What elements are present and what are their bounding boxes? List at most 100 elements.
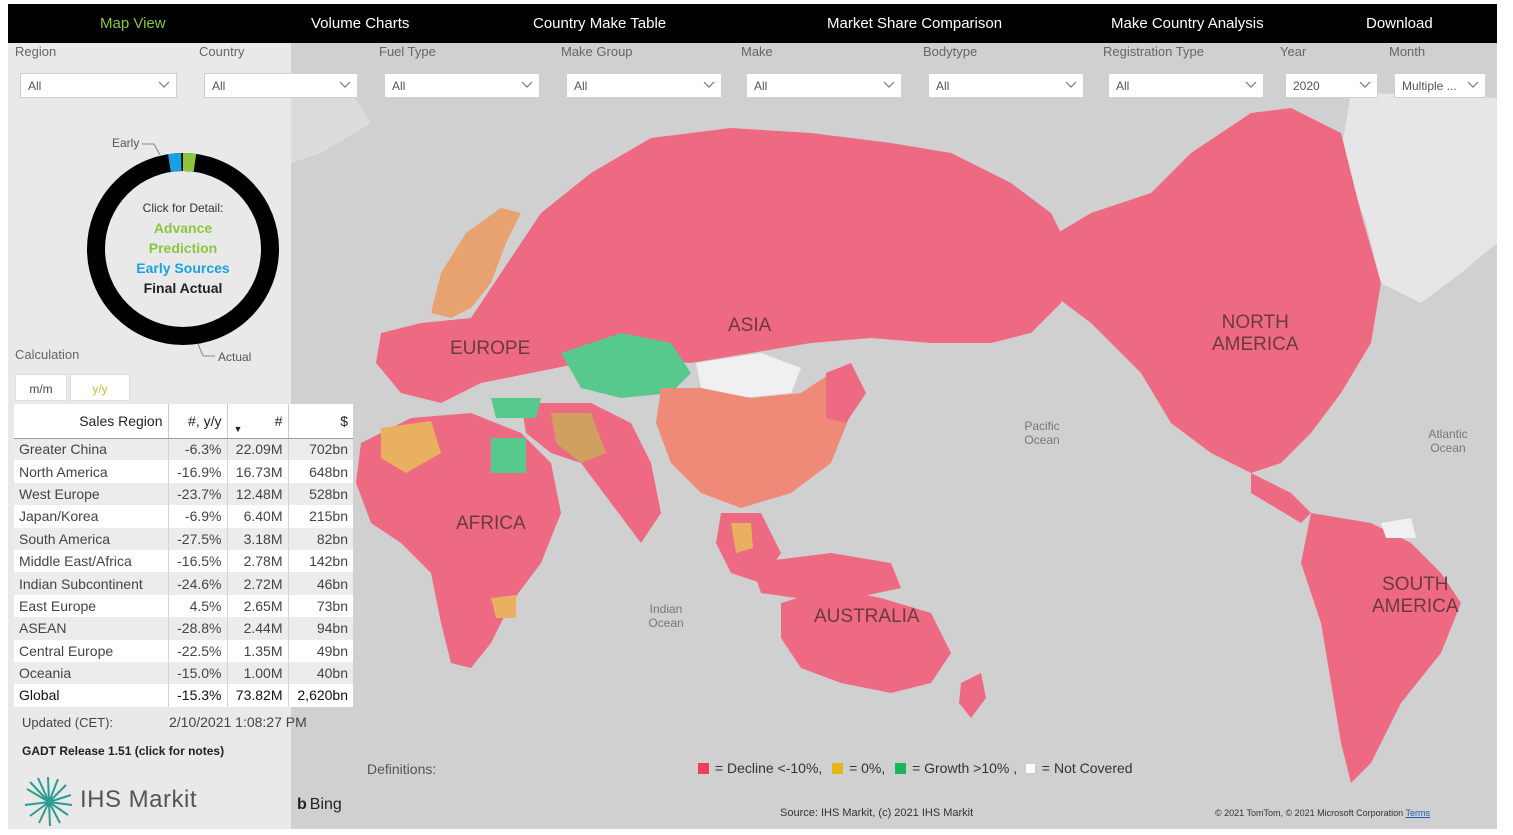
world-map[interactable]	[291, 43, 1497, 829]
guiana-shape	[1381, 518, 1416, 538]
donut-prediction-label[interactable]: Prediction	[86, 238, 280, 258]
year-select[interactable]: 2020	[1285, 73, 1378, 98]
table-row[interactable]: South America -27.5% 3.18M 82bn	[14, 527, 353, 550]
dashboard: Map View Volume Charts Country Make Tabl…	[0, 0, 1513, 835]
units-yy-cell: -23.7%	[168, 482, 228, 506]
fuel-type-select[interactable]: All	[384, 73, 540, 98]
region-cell: Greater China	[14, 438, 169, 461]
toggle-mm[interactable]: m/m	[15, 374, 67, 401]
value-cell: 528bn	[288, 482, 353, 506]
region-label-africa: AFRICA	[456, 513, 526, 534]
chevron-down-icon	[158, 81, 170, 88]
col-header-sales-region[interactable]: Sales Region	[14, 404, 169, 439]
region-cell: Central Europe	[14, 639, 169, 662]
japan-shape	[826, 363, 866, 423]
table-row[interactable]: Japan/Korea -6.9% 6.40M 215bn	[14, 505, 353, 528]
arctic-shape	[291, 91, 371, 163]
calculation-label: Calculation	[15, 347, 80, 362]
toggle-yy[interactable]: y/y	[70, 374, 130, 401]
filter-label-fuel-type: Fuel Type	[379, 44, 436, 59]
legend-swatch-growth	[895, 763, 907, 774]
chevron-down-icon	[1245, 81, 1257, 88]
central-america-shape	[1251, 473, 1311, 523]
south-america-shape	[1301, 513, 1461, 783]
donut-click-label: Click for Detail:	[142, 201, 224, 215]
table-row[interactable]: Middle East/Africa -16.5% 2.78M 142bn	[14, 549, 353, 573]
make-group-select[interactable]: All	[566, 73, 722, 98]
region-cell: North America	[14, 460, 169, 483]
filter-label-month: Month	[1389, 44, 1426, 59]
table-row[interactable]: Oceania -15.0% 1.00M 40bn	[14, 661, 353, 685]
units-cell: 16.73M	[227, 460, 289, 483]
region-cell: Indian Subcontinent	[14, 572, 169, 595]
new-zealand-shape	[959, 673, 986, 718]
col-header-units[interactable]: # ▼	[227, 404, 289, 439]
chevron-down-icon	[1065, 81, 1077, 88]
units-cell: 6.40M	[227, 505, 289, 528]
ihs-markit-logo-icon	[24, 777, 73, 827]
region-select[interactable]: All	[20, 73, 177, 98]
table-header-row: Sales Region #, y/y # ▼ $	[14, 404, 353, 439]
bodytype-select[interactable]: All	[928, 73, 1084, 98]
units-cell: 12.48M	[227, 482, 289, 506]
units-yy-cell: -16.5%	[168, 549, 228, 573]
donut-early-sources-label[interactable]: Early Sources	[86, 258, 280, 278]
table-row[interactable]: West Europe -23.7% 12.48M 528bn	[14, 482, 353, 506]
turkey-shape	[491, 398, 541, 418]
table-row[interactable]: North America -16.9% 16.73M 648bn	[14, 460, 353, 483]
month-select[interactable]: Multiple ...	[1394, 73, 1486, 98]
total-units-yy-cell: -15.3%	[168, 684, 228, 707]
region-label-north-america: NORTH AMERICA	[1212, 312, 1299, 355]
units-yy-cell: -6.9%	[168, 505, 228, 528]
nav-map-view[interactable]: Map View	[100, 15, 166, 32]
nav-country-make-table[interactable]: Country Make Table	[533, 15, 666, 32]
legend-swatch-decline	[698, 763, 709, 774]
col-header-value[interactable]: $	[288, 404, 353, 439]
col-header-units-yy[interactable]: #, y/y	[168, 404, 228, 439]
table-row[interactable]: East Europe 4.5% 2.65M 73bn	[14, 594, 353, 618]
table-total-row: Global -15.3% 73.82M 2,620bn	[14, 684, 353, 707]
table-row[interactable]: Greater China -6.3% 22.09M 702bn	[14, 438, 353, 461]
legend-not-covered: = Not Covered	[1041, 760, 1133, 776]
ocean-label-indian: Indian Ocean	[648, 602, 684, 630]
actual-leader-line	[197, 344, 215, 357]
units-yy-cell: -16.9%	[168, 460, 228, 483]
release-notes-link[interactable]: GADT Release 1.51 (click for notes)	[22, 744, 224, 758]
nav-market-share-comparison[interactable]: Market Share Comparison	[827, 15, 1002, 32]
chevron-down-icon	[1467, 81, 1479, 88]
region-cell: Oceania	[14, 661, 169, 685]
donut-final-actual-label[interactable]: Final Actual	[86, 278, 280, 298]
make-select[interactable]: All	[746, 73, 902, 98]
units-cell: 2.72M	[227, 572, 289, 595]
filter-label-region: Region	[15, 44, 57, 59]
egypt-shape	[491, 438, 526, 473]
bing-attribution[interactable]: b Bing	[297, 796, 342, 814]
region-cell: Japan/Korea	[14, 505, 169, 528]
total-label-cell: Global	[14, 684, 169, 707]
region-label-south-america: SOUTH AMERICA	[1372, 574, 1459, 617]
map-svg	[291, 91, 1497, 783]
units-cell: 1.00M	[227, 661, 289, 685]
country-select[interactable]: All	[204, 73, 358, 98]
nav-download[interactable]: Download	[1366, 15, 1433, 32]
donut-center-text[interactable]: Click for Detail: Advance Prediction Ear…	[86, 198, 280, 298]
registration-type-select[interactable]: All	[1108, 73, 1264, 98]
nav-volume-charts[interactable]: Volume Charts	[311, 15, 409, 32]
donut-advance-label[interactable]: Advance	[86, 218, 280, 238]
units-yy-cell: -22.5%	[168, 639, 228, 662]
filter-label-bodytype: Bodytype	[923, 44, 978, 59]
value-cell: 46bn	[288, 572, 353, 595]
nav-make-country-analysis[interactable]: Make Country Analysis	[1111, 15, 1264, 32]
australia-shape	[781, 588, 951, 693]
table-row[interactable]: Central Europe -22.5% 1.35M 49bn	[14, 639, 353, 662]
updated-value: 2/10/2021 1:08:27 PM	[169, 714, 307, 730]
chevron-down-icon	[883, 81, 895, 88]
total-value-cell: 2,620bn	[297, 687, 348, 704]
table-row[interactable]: ASEAN -28.8% 2.44M 94bn	[14, 617, 353, 640]
terms-link[interactable]: Terms	[1406, 808, 1431, 818]
table-row[interactable]: Indian Subcontinent -24.6% 2.72M 46bn	[14, 572, 353, 595]
legend-decline: = Decline <-10%,	[714, 760, 823, 776]
units-cell: 2.65M	[227, 594, 289, 618]
value-cell: 82bn	[288, 527, 353, 550]
region-cell: ASEAN	[14, 617, 169, 640]
